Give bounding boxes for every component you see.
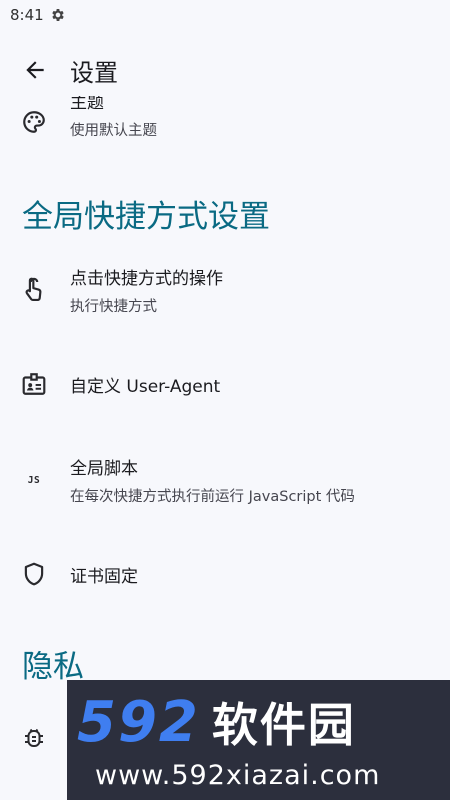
shield-icon: [20, 560, 48, 588]
setting-summary: 在每次快捷方式执行前运行 JavaScript 代码: [70, 489, 355, 505]
setting-title: 全局脚本: [70, 459, 138, 479]
setting-title: 点击快捷方式的操作: [70, 269, 223, 289]
gear-icon: [51, 9, 64, 21]
watermark-number: 592: [77, 689, 200, 755]
status-bar: 8:41: [0, 0, 450, 30]
back-button[interactable]: [17, 52, 53, 88]
section-header-global-shortcut: 全局快捷方式设置: [22, 199, 270, 235]
setting-cert-pinning[interactable]: 证书固定: [0, 536, 450, 612]
setting-title: 自定义 User-Agent: [70, 377, 221, 397]
touch-icon: [20, 275, 48, 303]
watermark-name: 软件园: [211, 698, 356, 752]
bug-icon: [20, 724, 48, 752]
setting-global-script[interactable]: JS 全局脚本 在每次快捷方式执行前运行 JavaScript 代码: [0, 436, 450, 522]
back-arrow-icon: [26, 61, 44, 79]
watermark-overlay: 592 软件园 www.592xiazai.com: [67, 680, 450, 800]
js-icon: JS: [27, 474, 41, 486]
setting-summary: 使用默认主题: [70, 123, 157, 139]
setting-title: 主题: [70, 96, 104, 113]
setting-user-agent[interactable]: 自定义 User-Agent: [0, 346, 450, 422]
setting-title: 证书固定: [70, 567, 138, 587]
watermark-url: www.592xiazai.com: [95, 760, 381, 791]
status-time: 8:41: [10, 6, 44, 24]
setting-summary: 执行快捷方式: [70, 299, 157, 315]
setting-click-action[interactable]: 点击快捷方式的操作 执行快捷方式: [0, 246, 450, 332]
setting-theme[interactable]: 主题 使用默认主题: [0, 96, 450, 152]
badge-icon: [20, 370, 48, 398]
page-title: 设置: [70, 58, 118, 87]
palette-icon: [20, 108, 48, 136]
